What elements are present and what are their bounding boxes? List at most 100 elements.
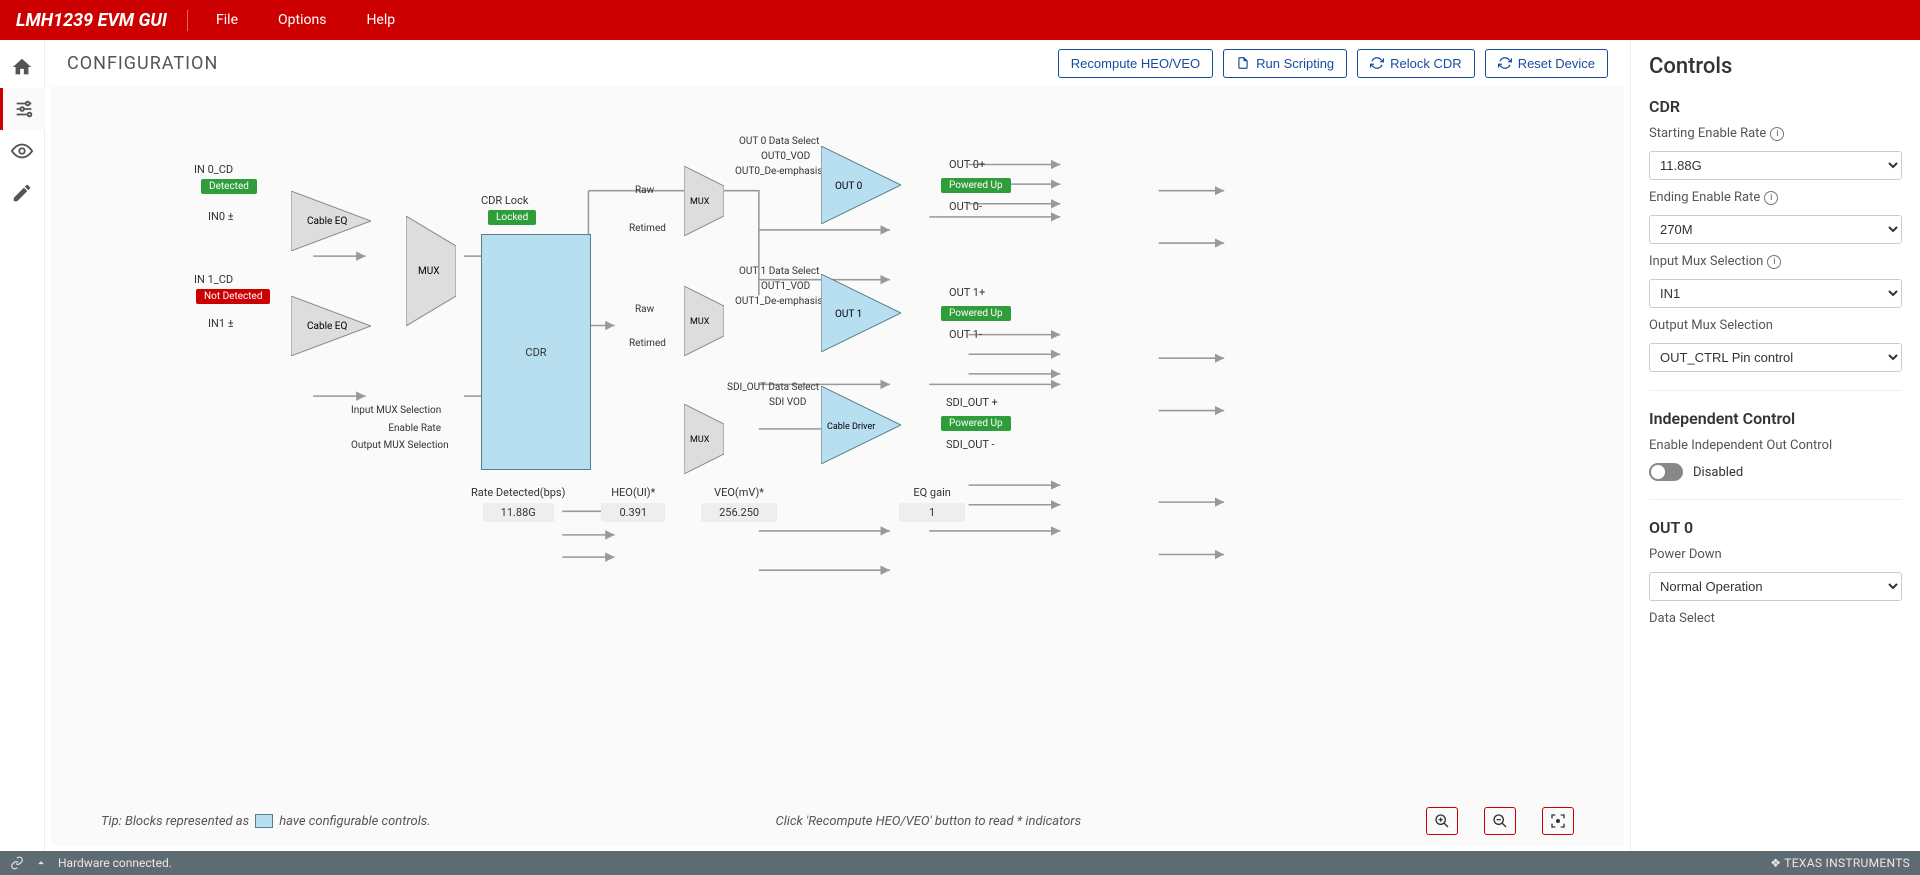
menu-help[interactable]: Help [346, 12, 415, 28]
raw-0-label: Raw [635, 185, 654, 196]
sdi-status-badge: Powered Up [941, 416, 1011, 431]
out1-status-badge: Powered Up [941, 306, 1011, 321]
rate-readout: Rate Detected(bps)11.88G [471, 486, 565, 522]
refresh-icon [1370, 56, 1384, 70]
tip2: Click 'Recompute HEO/VEO' button to read… [776, 814, 1082, 829]
page-header: CONFIGURATION Recompute HEO/VEO Run Scri… [45, 40, 1630, 86]
sdi-ds-label: SDI_OUT Data Select [727, 382, 819, 393]
independent-state: Disabled [1693, 465, 1743, 480]
sdi-mux[interactable]: MUX [684, 404, 724, 474]
out0-vod-label: OUT0_VOD [761, 151, 810, 162]
status-bar: Hardware connected. ❖ TEXAS INSTRUMENTS [0, 851, 1920, 875]
outmux-sel-label: Output MUX Selection [351, 440, 441, 451]
in0cd-status-badge: Detected [201, 179, 257, 194]
out0n-label: OUT 0- [949, 200, 982, 213]
zoom-out-button[interactable] [1484, 807, 1516, 835]
cdr-block[interactable]: CDR [481, 234, 591, 470]
zoom-in-icon [1434, 813, 1450, 829]
sdin-label: SDI_OUT - [946, 438, 995, 451]
link-icon [10, 856, 24, 870]
nav-config[interactable] [0, 88, 45, 130]
menu-file[interactable]: File [196, 12, 258, 28]
sdip-label: SDI_OUT + [946, 396, 998, 409]
out1-mux[interactable]: MUX [684, 286, 724, 356]
svg-text:MUX: MUX [418, 266, 439, 277]
cable-eq-0[interactable]: Cable EQ [291, 191, 371, 251]
in1cd-status-badge: Not Detected [196, 289, 270, 304]
heo-readout: HEO(UI)*0.391 [601, 486, 665, 522]
independent-enable-label: Enable Independent Out Control [1649, 438, 1902, 453]
tip-swatch [255, 814, 273, 828]
in1-label: IN1 ± [208, 317, 234, 330]
cable-driver-block[interactable]: Cable Driver [821, 386, 901, 464]
zoom-fit-icon [1550, 813, 1566, 829]
out0-ds-label: Data Select [1649, 611, 1902, 626]
start-rate-select[interactable]: 11.88G [1649, 151, 1902, 180]
hw-status: Hardware connected. [58, 856, 172, 870]
raw-1-label: Raw [635, 304, 654, 315]
zoom-in-button[interactable] [1426, 807, 1458, 835]
veo-readout: VEO(mV)*256.250 [701, 486, 777, 522]
outmux-select[interactable]: OUT_CTRL Pin control [1649, 343, 1902, 372]
out1-block[interactable]: OUT 1 [821, 274, 901, 352]
out0-de-label: OUT0_De-emphasis [735, 166, 822, 177]
nav-eye[interactable] [0, 130, 45, 172]
retimed-0-label: Retimed [629, 223, 666, 234]
menu-options[interactable]: Options [258, 12, 346, 28]
info-icon[interactable]: i [1770, 127, 1784, 141]
nav-edit[interactable] [0, 172, 45, 214]
page-title: CONFIGURATION [67, 53, 218, 74]
ti-logo: ❖ TEXAS INSTRUMENTS [1770, 856, 1910, 870]
run-scripting-button[interactable]: Run Scripting [1223, 49, 1347, 78]
out0-block[interactable]: OUT 0 [821, 146, 901, 224]
out1p-label: OUT 1+ [949, 286, 985, 299]
svg-text:Cable EQ: Cable EQ [307, 321, 347, 332]
out0-card: OUT 0 Power Down Normal Operation Data S… [1649, 518, 1902, 644]
file-icon [1236, 56, 1250, 70]
in1cd-label: IN 1_CD [194, 273, 233, 286]
outmux-label: Output Mux Selection [1649, 318, 1902, 333]
zoom-fit-button[interactable] [1542, 807, 1574, 835]
recompute-button[interactable]: Recompute HEO/VEO [1058, 49, 1213, 78]
svg-text:OUT 0: OUT 0 [835, 181, 863, 192]
tip-row: Tip: Blocks represented as have configur… [101, 807, 1574, 835]
svg-text:MUX: MUX [690, 317, 710, 327]
relock-cdr-button[interactable]: Relock CDR [1357, 49, 1475, 78]
independent-toggle[interactable] [1649, 463, 1683, 481]
input-mux-block[interactable]: MUX [406, 216, 456, 326]
cdr-card-title: CDR [1649, 97, 1902, 116]
nav-home[interactable] [0, 46, 45, 88]
out0-mux[interactable]: MUX [684, 166, 724, 236]
info-icon[interactable]: i [1764, 191, 1778, 205]
info-icon[interactable]: i [1767, 255, 1781, 269]
start-rate-label: Starting Enable Ratei [1649, 126, 1902, 141]
cdr-lock-label: CDR Lock [481, 194, 528, 207]
out0p-label: OUT 0+ [949, 158, 985, 171]
inmux-select[interactable]: IN1 [1649, 279, 1902, 308]
svg-text:Cable Driver: Cable Driver [827, 422, 875, 432]
in0cd-label: IN 0_CD [194, 163, 233, 176]
cable-eq-1[interactable]: Cable EQ [291, 296, 371, 356]
out0-ds-label: OUT 0 Data Select [739, 136, 819, 147]
out0-pd-select[interactable]: Normal Operation [1649, 572, 1902, 601]
out1n-label: OUT 1- [949, 328, 982, 341]
end-rate-select[interactable]: 270M [1649, 215, 1902, 244]
controls-title: Controls [1649, 54, 1902, 79]
home-icon [11, 56, 33, 78]
readout-row: Rate Detected(bps)11.88G HEO(UI)*0.391 V… [471, 486, 777, 522]
sdi-vod-label: SDI VOD [769, 397, 806, 408]
tip1b: have configurable controls. [279, 814, 430, 829]
left-nav [0, 40, 45, 851]
reset-label: Reset Device [1518, 56, 1595, 71]
inmux-label: Input Mux Selectioni [1649, 254, 1902, 269]
run-label: Run Scripting [1256, 56, 1334, 71]
relock-label: Relock CDR [1390, 56, 1462, 71]
in0-label: IN0 ± [208, 210, 234, 223]
out1-de-label: OUT1_De-emphasis [735, 296, 822, 307]
chevron-up-icon[interactable] [34, 856, 48, 870]
reset-device-button[interactable]: Reset Device [1485, 49, 1608, 78]
zoom-out-icon [1492, 813, 1508, 829]
out0-pd-label: Power Down [1649, 547, 1902, 562]
out0-title: OUT 0 [1649, 518, 1902, 537]
svg-text:MUX: MUX [690, 197, 710, 207]
